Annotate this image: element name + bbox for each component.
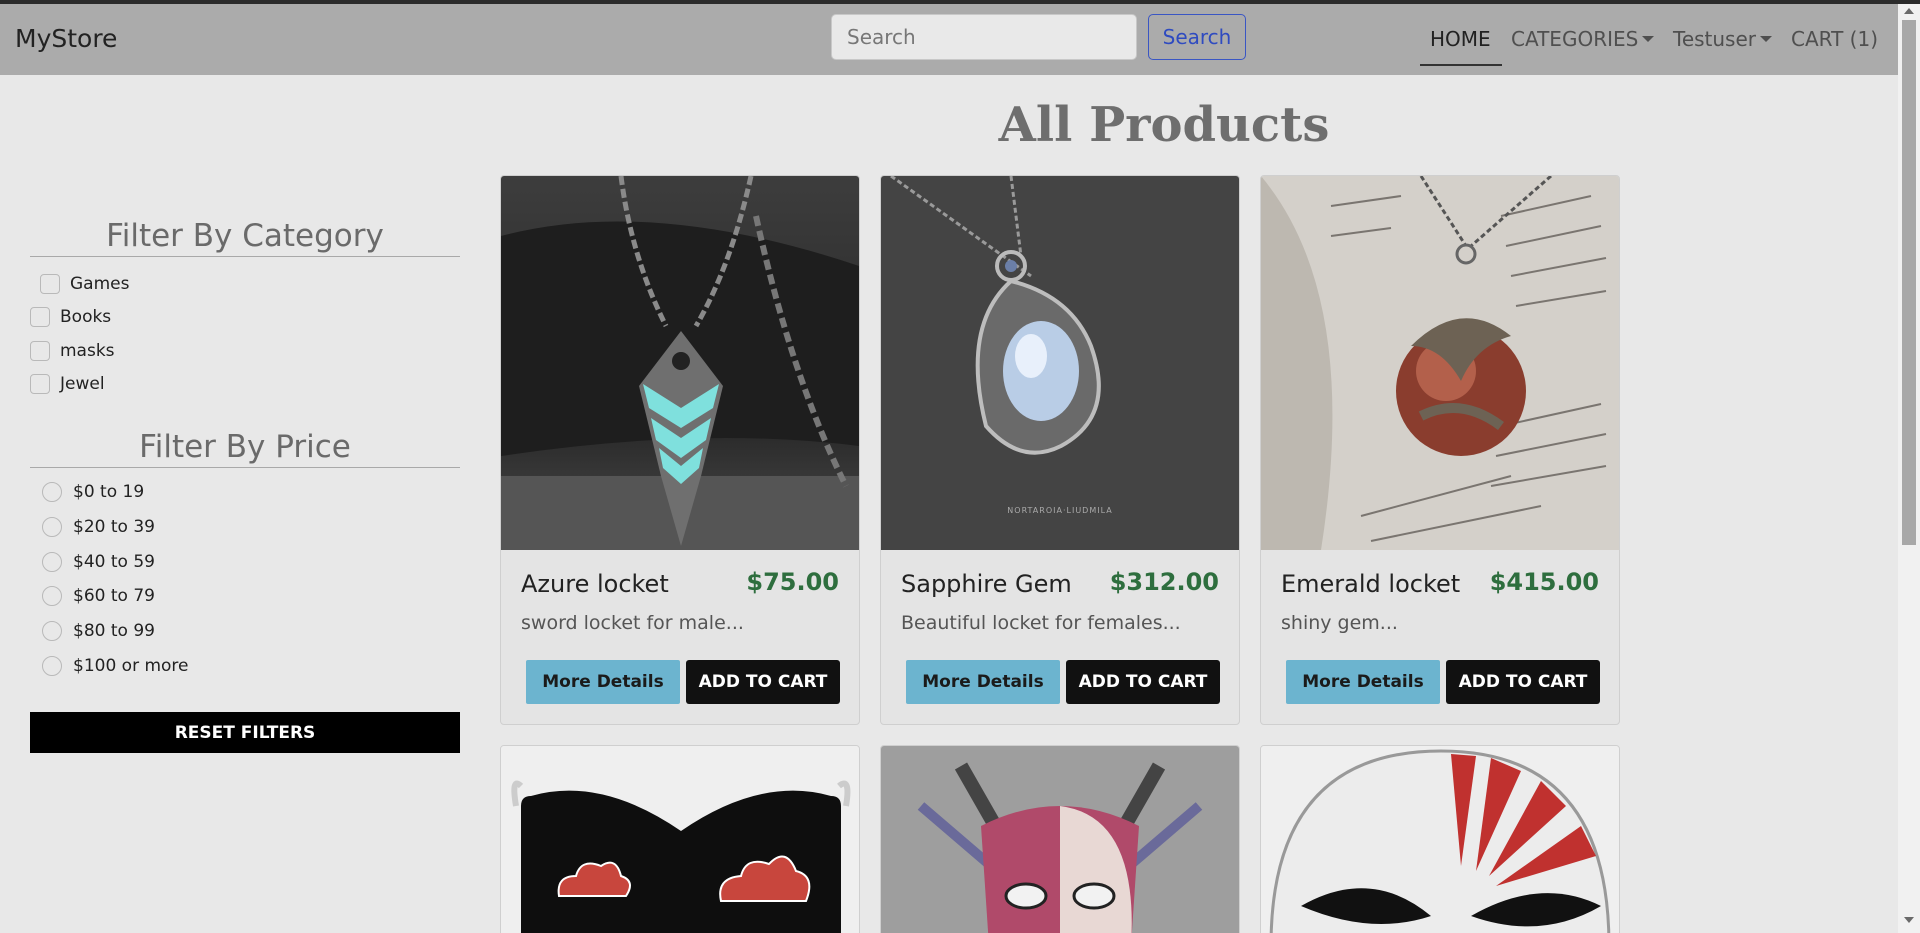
price-label: $80 to 99 [73,621,155,641]
more-details-button[interactable]: More Details [526,660,680,704]
product-image-emerald-locket[interactable] [1261,176,1619,550]
price-filter-heading: Filter By Price [30,429,460,468]
price-label: $40 to 59 [73,552,155,572]
product-price: $312.00 [1109,568,1219,596]
nav-categories-label: CATEGORIES [1511,27,1639,51]
radio-button[interactable] [42,552,62,572]
price-label: $60 to 79 [73,586,155,606]
product-image-fox-mask[interactable] [881,746,1239,933]
product-card [880,745,1240,933]
active-nav-indicator [1420,64,1502,66]
product-description: shiny gem... [1281,612,1398,634]
caret-down-icon [1642,35,1655,42]
reset-filters-button[interactable]: RESET FILTERS [30,712,460,753]
price-label: $0 to 19 [73,482,145,502]
category-label: masks [60,341,115,361]
category-label: Games [70,274,130,294]
add-to-cart-button[interactable]: ADD TO CART [686,660,840,704]
product-name: Sapphire Gem [901,570,1072,598]
nav-cart-link[interactable]: CART (1) [1791,27,1878,51]
product-image-cloud-mask[interactable] [501,746,859,933]
product-description: sword locket for male... [521,612,744,634]
product-card: Azure locket $75.00 sword locket for mal… [500,175,860,725]
radio-button[interactable] [42,482,62,502]
more-details-button[interactable]: More Details [906,660,1060,704]
product-image-hollow-mask[interactable] [1261,746,1619,933]
category-label: Books [60,307,112,327]
radio-button[interactable] [42,517,62,537]
nav-user-dropdown[interactable]: Testuser [1673,27,1773,51]
scroll-down-arrow-icon[interactable] [1904,917,1914,923]
page-title: All Products [998,97,1330,153]
radio-button[interactable] [42,621,62,641]
search-input[interactable] [831,14,1137,60]
radio-button[interactable] [42,586,62,606]
add-to-cart-button[interactable]: ADD TO CART [1066,660,1220,704]
nav-home-link[interactable]: HOME [1430,27,1491,51]
product-price: $75.00 [746,568,839,596]
top-navbar: MyStore Search HOME CATEGORIES Testuser … [0,4,1898,75]
checkbox[interactable] [30,374,50,394]
product-description: Beautiful locket for females... [901,612,1181,634]
product-card: Emerald locket $415.00 shiny gem... More… [1260,175,1620,725]
price-label: $20 to 39 [73,517,155,537]
brand-logo[interactable]: MyStore [15,24,117,53]
page-scrollbar[interactable] [1898,4,1920,933]
add-to-cart-button[interactable]: ADD TO CART [1446,660,1600,704]
price-label: $100 or more [73,656,189,676]
radio-button[interactable] [42,656,62,676]
more-details-button[interactable]: More Details [1286,660,1440,704]
checkbox[interactable] [40,274,60,294]
nav-categories-dropdown[interactable]: CATEGORIES [1511,27,1655,51]
product-price: $415.00 [1489,568,1599,596]
search-button[interactable]: Search [1148,14,1246,60]
product-name: Emerald locket [1281,570,1461,598]
product-image-azure-locket[interactable] [501,176,859,550]
nav-user-label: Testuser [1673,27,1757,51]
product-card: NORTAROIA·LIUDMILA Sapphire Gem $312.00 … [880,175,1240,725]
checkbox[interactable] [30,307,50,327]
scroll-up-arrow-icon[interactable] [1904,8,1914,14]
scrollbar-thumb[interactable] [1902,20,1916,545]
product-card [1260,745,1620,933]
product-card [500,745,860,933]
product-name: Azure locket [521,570,669,598]
product-image-sapphire-gem[interactable]: NORTAROIA·LIUDMILA [881,176,1239,550]
filter-sidebar: Filter By Category Games Books masks Jew… [30,218,460,753]
caret-down-icon [1760,35,1773,42]
checkbox[interactable] [30,341,50,361]
category-label: Jewel [60,374,105,394]
category-filter-heading: Filter By Category [30,218,460,257]
svg-text:NORTAROIA·LIUDMILA: NORTAROIA·LIUDMILA [1007,506,1112,515]
